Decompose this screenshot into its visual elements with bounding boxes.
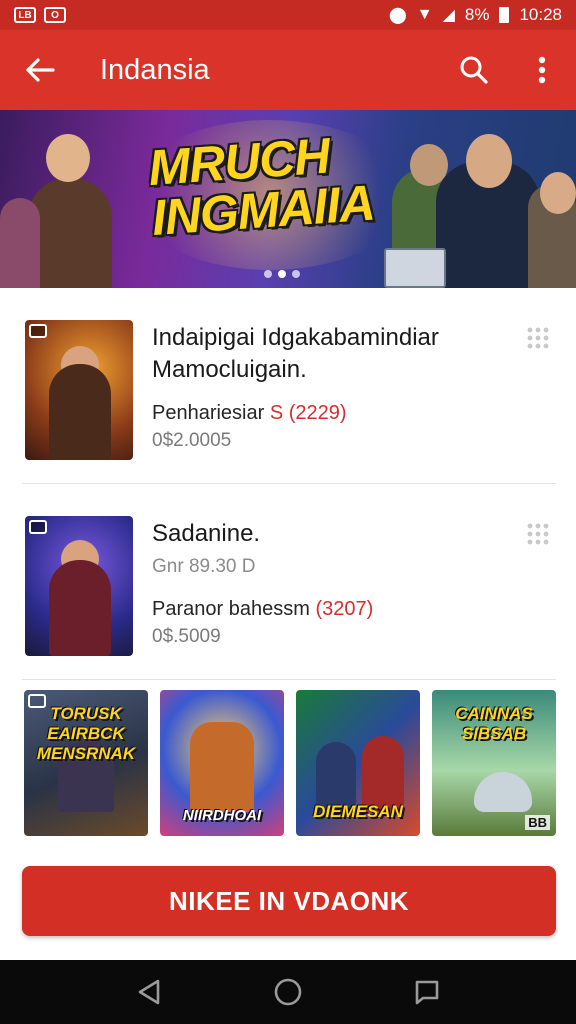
status-bar: LB O ⬤ ▼ ◢ 8% 10:28 [0,0,576,30]
status-notifications: LB O [14,7,66,23]
hero-back-figure [0,198,40,288]
tile-figure [190,722,254,812]
app-tile[interactable]: CAINNAS SIBSAB BB [432,690,556,836]
circle-home-icon [274,978,302,1006]
featured-banner[interactable]: MRUCH INGMAIIA [0,110,576,288]
list-item[interactable]: Indaipigai Idgakabamindiar Mamocluigain.… [22,288,556,484]
more-vertical-icon [538,56,546,84]
hero-left-head [46,134,90,182]
thumbnail-badge-icon [29,324,47,338]
tile-label: TORUSK EAIRBCK MENSRNAK [36,704,136,763]
item-price: 0$.5009 [152,626,221,647]
rating-icon: S [269,402,284,424]
signal-icon: ◢ [442,7,455,24]
triangle-back-icon [139,979,160,1005]
back-button[interactable] [0,30,80,110]
banner-pager[interactable] [264,270,300,278]
item-price: 0$2.0005 [152,430,232,451]
thumbnail-badge-icon [29,520,47,534]
notification-icon: O [44,7,66,23]
system-nav-bar [0,960,576,1024]
tile-figure [474,772,532,812]
tile-label: NIIRDHOAI [182,807,262,824]
hero-left-figure [28,178,112,288]
app-list: Indaipigai Idgakabamindiar Mamocluigain.… [0,288,576,680]
rating-count: (2229) [288,402,347,424]
tile-label: DIEMESAN [313,802,403,821]
banner-title: MRUCH INGMAIIA [146,127,377,246]
item-title[interactable]: Indaipigai Idgakabamindiar Mamocluigain. [152,322,522,386]
rating-count: (3207) [315,598,374,620]
list-item[interactable]: Sadanine. Gnr 89.30 D Paranor bahessm (3… [22,484,556,680]
thumbnail-figure [49,560,111,656]
arrow-left-icon [26,58,55,82]
nav-back-button[interactable] [119,962,179,1022]
app-tile[interactable]: TORUSK EAIRBCK MENSRNAK [24,690,148,836]
laptop-graphic [384,248,446,288]
hero-right-head [540,172,576,214]
app-title: Indansia [100,53,210,86]
pager-dot[interactable] [264,270,272,278]
pager-dot[interactable] [292,270,300,278]
nav-home-button[interactable] [258,962,318,1022]
thumbnail-figure [49,364,111,460]
clock: 10:28 [519,5,562,24]
pager-dot-active[interactable] [278,270,286,278]
app-thumbnail[interactable] [25,320,133,460]
rating-label: Penhariesiar [152,402,265,424]
grid-dots-icon [527,327,549,349]
search-icon [460,56,488,84]
install-button[interactable]: NIKEE IN VDAONK [22,866,556,936]
location-icon: ⬤ [388,7,407,24]
nav-recents-button[interactable] [397,962,457,1022]
app-tile[interactable]: DIEMESAN [296,690,420,836]
grid-dots-icon [527,523,549,545]
status-system: ⬤ ▼ ◢ 8% 10:28 [389,5,562,25]
battery-percent: 8% [464,5,490,24]
battery-icon [499,7,510,23]
app-tile[interactable]: NIIRDHOAI [160,690,284,836]
item-subtitle: Gnr 89.30 D [152,556,256,577]
tile-label: CAINNAS SIBSAB [455,704,533,743]
item-more-button[interactable] [522,322,554,354]
tile-corner-badge: BB [525,815,550,830]
app-tile-grid: TORUSK EAIRBCK MENSRNAK NIIRDHOAI DIEMES… [24,690,558,836]
notification-icon: LB [14,7,36,23]
wifi-icon: ▼ [416,6,433,23]
item-title[interactable]: Sadanine. [152,518,522,550]
rating-label: Paranor bahessm [152,598,310,620]
item-rating: Penhariesiar S (2229) [152,402,347,425]
square-recents-icon [415,980,438,1005]
hero-man-head [466,134,512,188]
app-thumbnail[interactable] [25,516,133,656]
item-more-button[interactable] [522,518,554,550]
tile-figure [362,736,404,812]
overflow-menu-button[interactable] [508,30,576,110]
app-bar: Indansia [0,30,576,110]
item-rating: Paranor bahessm (3207) [152,598,373,621]
search-button[interactable] [440,30,508,110]
